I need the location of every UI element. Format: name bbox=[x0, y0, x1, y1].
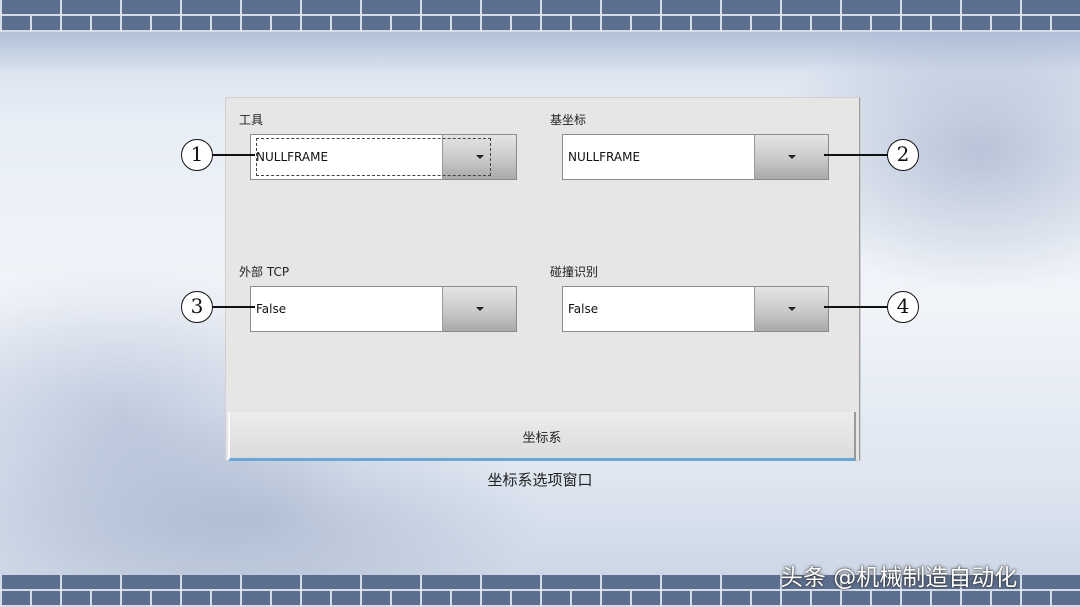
callout-3: 3 bbox=[181, 291, 213, 323]
tool-dropdown[interactable]: NULLFRAME bbox=[250, 134, 517, 180]
tool-dropdown-button[interactable] bbox=[442, 135, 516, 179]
brick-border-top bbox=[0, 0, 1080, 32]
watermark: 头条 @机械制造自动化 bbox=[780, 565, 1018, 591]
external-tcp-value: False bbox=[256, 302, 287, 316]
base-frame-dropdown-button[interactable] bbox=[754, 135, 828, 179]
collision-detection-value: False bbox=[568, 302, 599, 316]
chevron-down-icon bbox=[475, 155, 484, 159]
callout-4: 4 bbox=[887, 291, 919, 323]
external-tcp-label: 外部 TCP bbox=[239, 265, 290, 279]
chevron-down-icon bbox=[787, 155, 796, 159]
callout-2: 2 bbox=[887, 139, 919, 171]
tool-value: NULLFRAME bbox=[256, 150, 329, 164]
leader-line-1 bbox=[213, 154, 255, 156]
chevron-down-icon bbox=[475, 307, 484, 311]
collision-detection-label: 碰撞识别 bbox=[550, 265, 599, 279]
base-frame-label: 基坐标 bbox=[550, 113, 587, 127]
external-tcp-dropdown-button[interactable] bbox=[442, 287, 516, 331]
base-frame-value: NULLFRAME bbox=[568, 150, 641, 164]
collision-detection-dropdown[interactable]: False bbox=[562, 286, 829, 332]
background-fade bbox=[0, 32, 1080, 72]
collision-detection-dropdown-button[interactable] bbox=[754, 287, 828, 331]
base-frame-dropdown[interactable]: NULLFRAME bbox=[562, 134, 829, 180]
tool-label: 工具 bbox=[239, 113, 264, 127]
figure-caption: 坐标系选项窗口 bbox=[487, 471, 593, 489]
chevron-down-icon bbox=[787, 307, 796, 311]
leader-line-3 bbox=[213, 306, 255, 308]
callout-1: 1 bbox=[181, 139, 213, 171]
tab-bar: 坐标系 bbox=[226, 410, 859, 461]
leader-line-2 bbox=[824, 154, 887, 156]
external-tcp-dropdown[interactable]: False bbox=[250, 286, 517, 332]
leader-line-4 bbox=[824, 306, 887, 308]
coordinate-options-dialog: 工具 NULLFRAME 基坐标 NULLFRAME 外部 TCP False … bbox=[226, 98, 860, 461]
tab-coordinate-system[interactable]: 坐标系 bbox=[228, 412, 856, 461]
